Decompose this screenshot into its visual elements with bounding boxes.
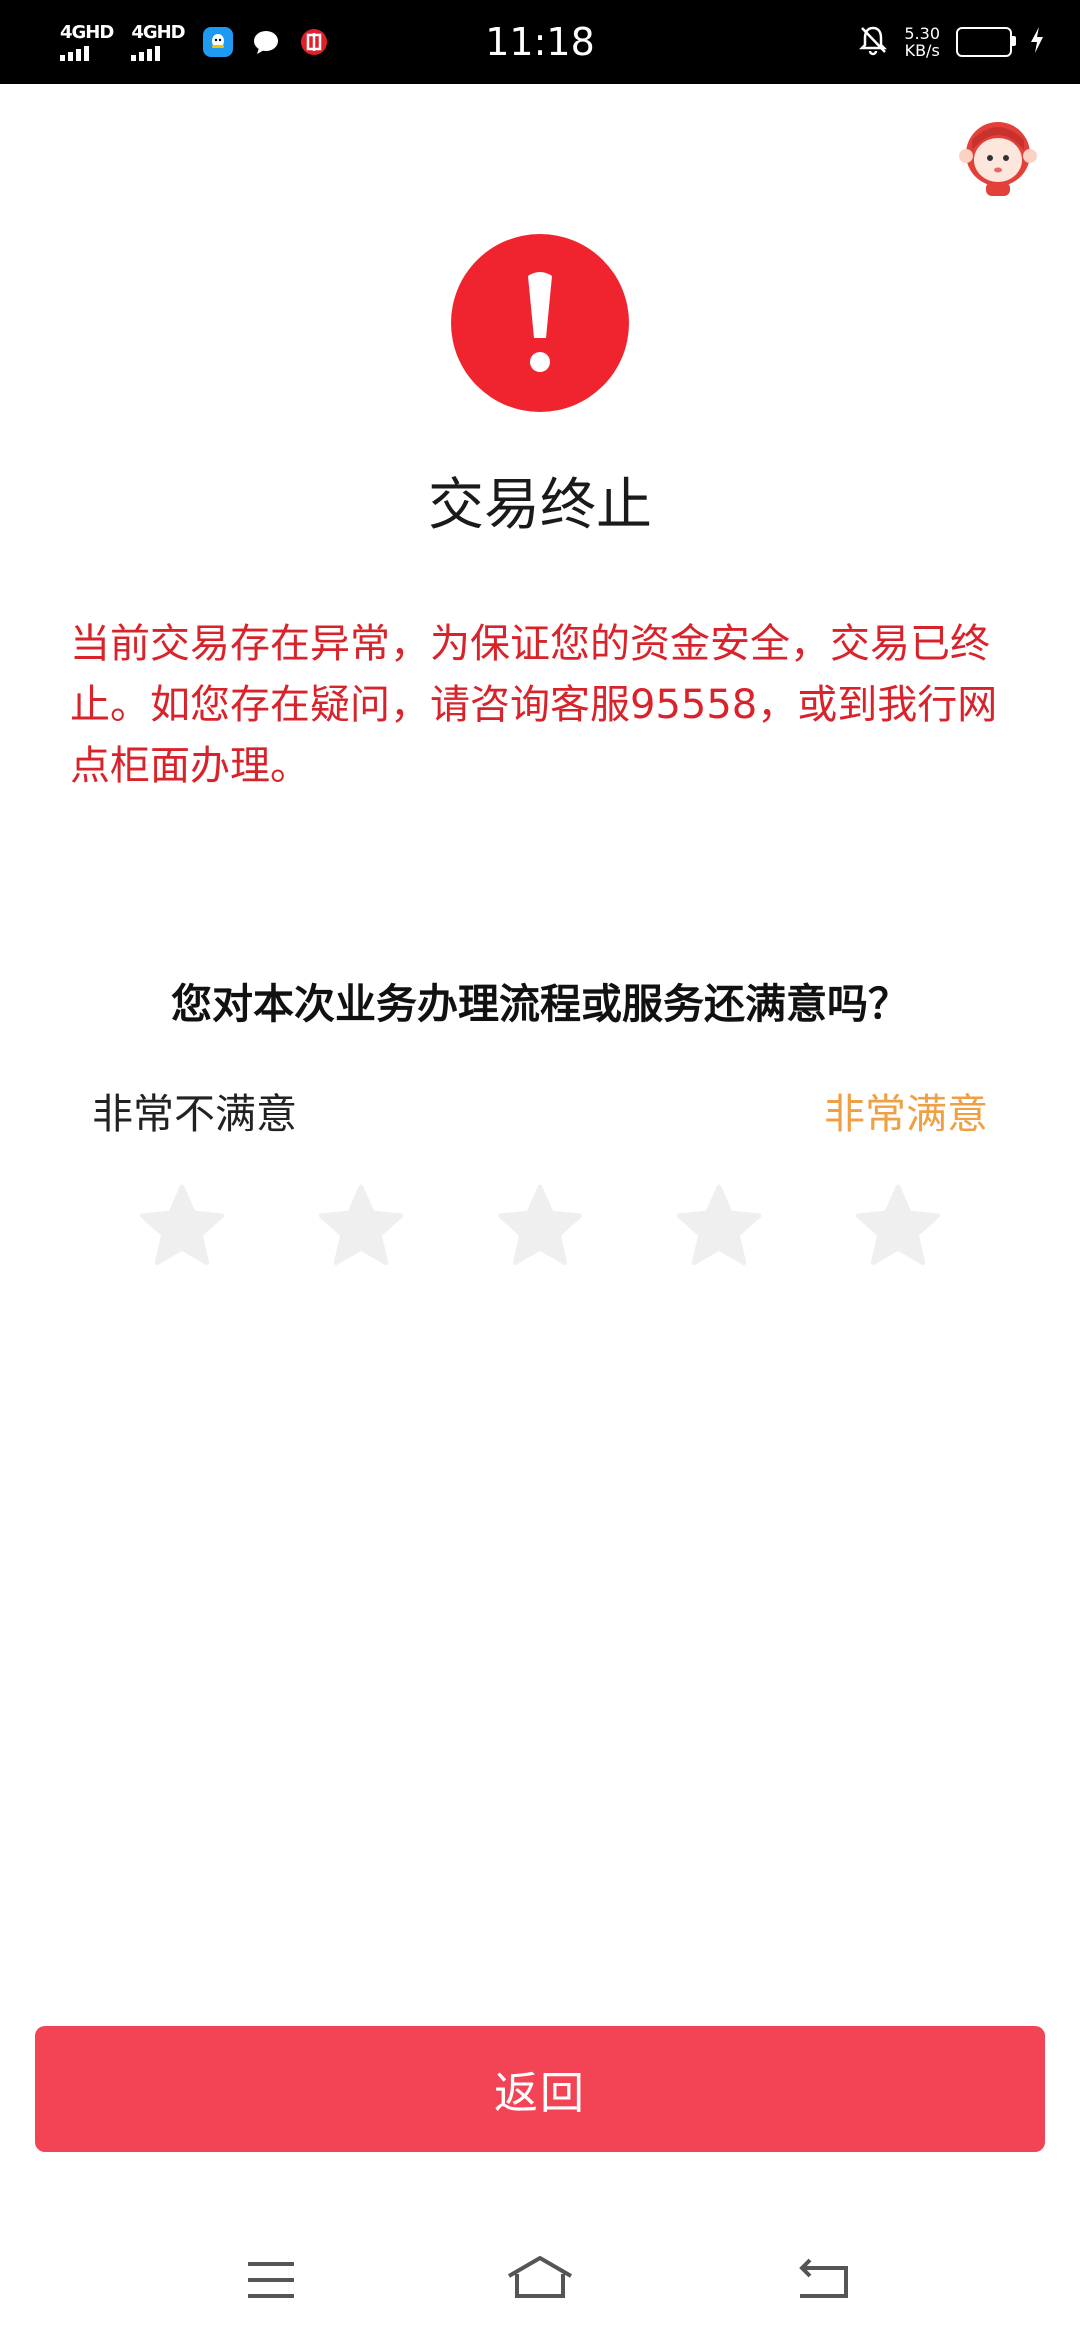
survey-question: 您对本次业务办理流程或服务还满意吗？: [171, 980, 909, 1028]
result-message: 当前交易存在异常，为保证您的资金安全，交易已终止。如您存在疑问，请咨询客服955…: [70, 621, 998, 789]
back-icon[interactable]: [790, 2250, 860, 2310]
network-speed: 5.30 KB/s: [904, 25, 940, 59]
star-icon[interactable]: [315, 1180, 407, 1272]
rating-high-label: 非常满意: [824, 1090, 988, 1138]
speed-value: 5.30: [904, 24, 940, 43]
status-right-icons: 5.30 KB/s 85: [858, 0, 1046, 84]
battery-icon: 85: [956, 27, 1016, 57]
customer-service-avatar[interactable]: [952, 110, 1044, 202]
charging-icon: [1028, 25, 1046, 59]
warning-icon: [451, 234, 629, 412]
star-icon[interactable]: [673, 1180, 765, 1272]
mute-bell-icon: [858, 24, 888, 60]
status-bar: 4GHD 4GHD 11:18 5.30 KB/s 85: [0, 0, 1080, 84]
star-icon[interactable]: [852, 1180, 944, 1272]
star-icon[interactable]: [494, 1180, 586, 1272]
rating-low-label: 非常不满意: [92, 1090, 297, 1138]
result-title: 交易终止: [428, 473, 652, 538]
home-icon[interactable]: [505, 2250, 575, 2310]
return-button[interactable]: 返回: [35, 2026, 1045, 2152]
star-icon[interactable]: [136, 1180, 228, 1272]
battery-level: 85: [971, 31, 997, 53]
system-nav-bar: [0, 2220, 1080, 2340]
menu-icon[interactable]: [236, 2250, 306, 2310]
speed-unit: KB/s: [904, 41, 940, 60]
